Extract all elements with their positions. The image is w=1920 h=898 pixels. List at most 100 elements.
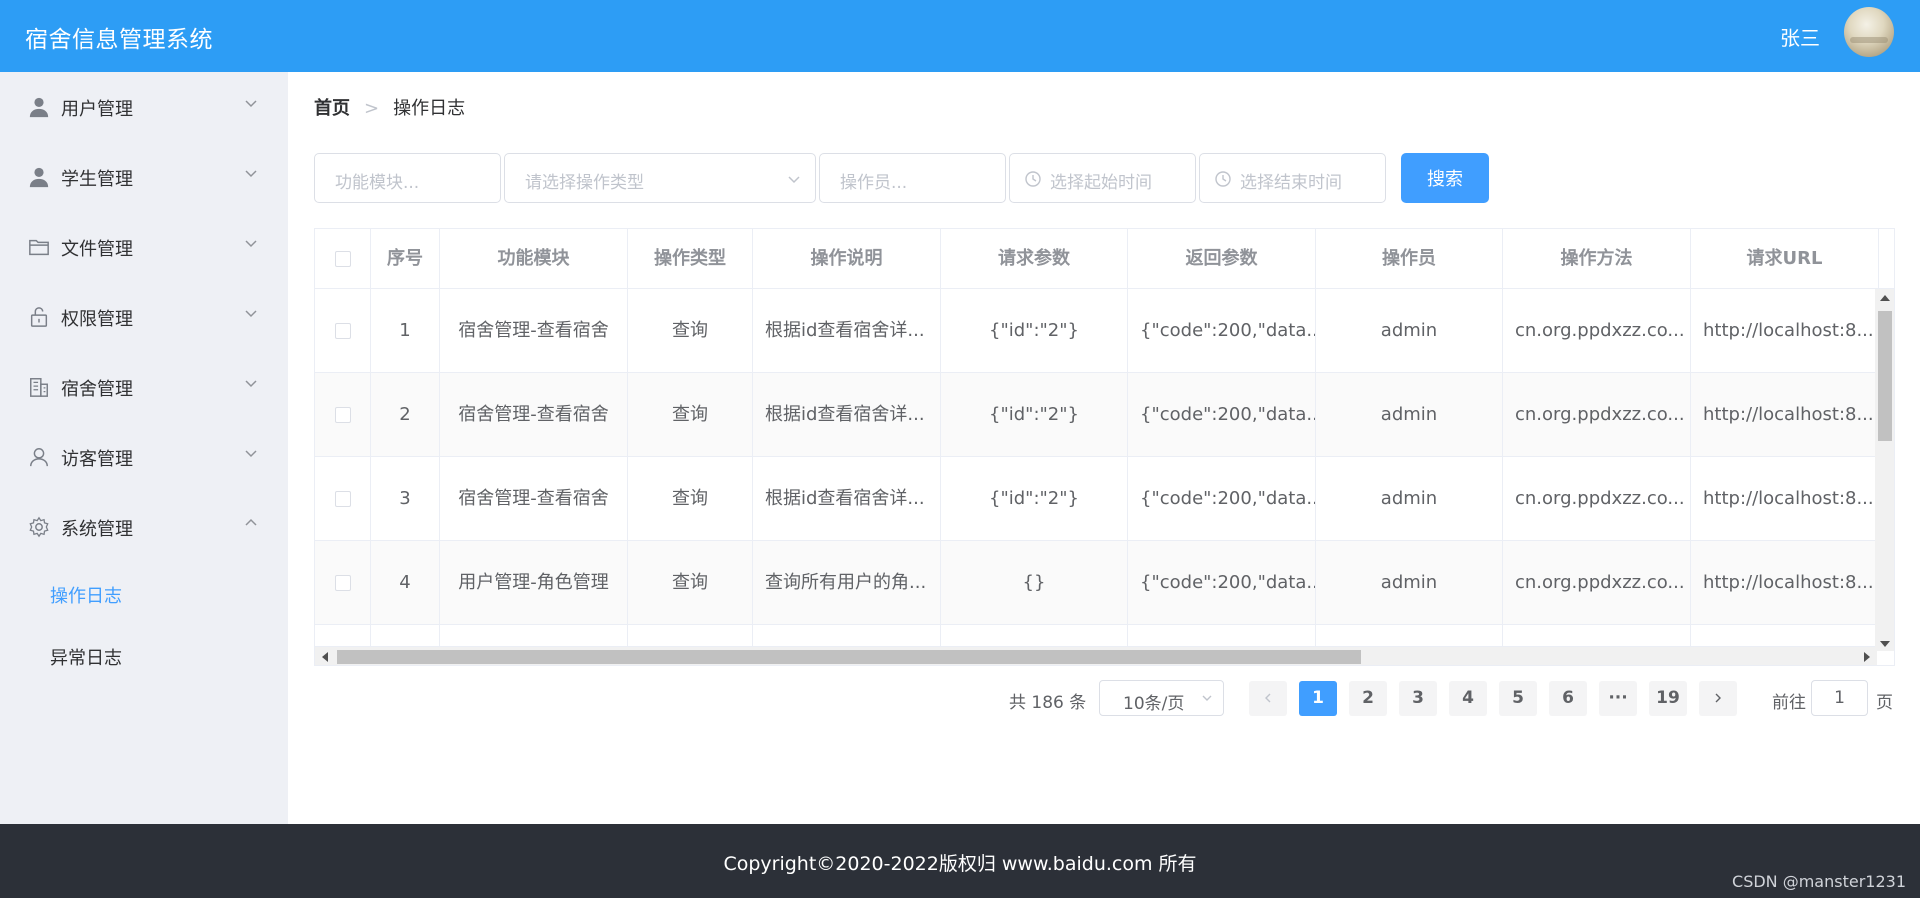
sidebar-item-file-management[interactable]: 文件管理 (0, 212, 288, 282)
table-row[interactable]: 2 宿舍管理-查看宿舍 查询 根据id查看宿舍详... {"id":"2"} {… (315, 373, 1877, 457)
sidebar-item-visitor-management[interactable]: 访客管理 (0, 422, 288, 492)
scroll-down-icon[interactable] (1880, 641, 1890, 647)
table-cell: 查询 (628, 541, 753, 624)
operator-input[interactable]: 操作员... (819, 153, 1006, 203)
table-cell: 1 (371, 289, 440, 372)
end-time-placeholder: 选择结束时间 (1240, 173, 1342, 193)
table-row[interactable]: 1 宿舍管理-查看宿舍 查询 根据id查看宿舍详... {"id":"2"} {… (315, 289, 1877, 373)
table-cell (1503, 625, 1691, 646)
table-cell: 查询所有用户的角... (753, 541, 941, 624)
building-icon (30, 378, 48, 397)
sidebar-item-label: 文件管理 (61, 239, 133, 260)
user-name[interactable]: 张三 (1780, 22, 1820, 51)
column-header[interactable]: 请求URL (1691, 229, 1879, 288)
table-row[interactable]: 3 宿舍管理-查看宿舍 查询 根据id查看宿舍详... {"id":"2"} {… (315, 457, 1877, 541)
column-header[interactable]: 操作说明 (753, 229, 941, 288)
page-button[interactable]: 6 (1549, 681, 1587, 716)
page-jump-input[interactable]: 1 (1811, 680, 1868, 716)
table-cell (1316, 625, 1503, 646)
column-header[interactable]: 返回参数 (1128, 229, 1316, 288)
table-cell: {"id":"2"} (941, 457, 1128, 540)
chevron-down-icon (245, 170, 257, 178)
sidebar-subitem-label: 操作日志 (50, 586, 122, 607)
table-header: 序号 功能模块 操作类型 操作说明 请求参数 返回参数 操作员 操作方法 请求U… (315, 229, 1894, 289)
operation-log-table: 序号 功能模块 操作类型 操作说明 请求参数 返回参数 操作员 操作方法 请求U… (314, 228, 1895, 666)
start-time-picker[interactable]: 选择起始时间 (1009, 153, 1196, 203)
operation-type-placeholder: 请选择操作类型 (525, 173, 644, 193)
scroll-right-icon[interactable] (1864, 652, 1870, 662)
row-checkbox[interactable] (334, 323, 351, 339)
row-select-cell (315, 541, 371, 624)
page-size-select[interactable]: 10条/页 (1099, 680, 1224, 716)
pagination-total: 共 186 条 (1009, 693, 1087, 713)
horizontal-scroll-thumb[interactable] (337, 650, 1361, 664)
table-cell: cn.org.ppdxzz.co... (1503, 373, 1691, 456)
table-cell: 查询 (628, 373, 753, 456)
chevron-left-icon (1265, 693, 1271, 703)
breadcrumb-home[interactable]: 首页 (314, 98, 350, 119)
table-cell: {"code":200,"data... (1128, 373, 1316, 456)
page-jump-label: 前往 (1772, 693, 1806, 713)
page-button[interactable]: 5 (1499, 681, 1537, 716)
table-cell: http://localhost:8... (1691, 289, 1877, 372)
sidebar-item-user-management[interactable]: 用户管理 (0, 72, 288, 142)
table-cell: 查询 (628, 289, 753, 372)
sidebar-item-permission-management[interactable]: 权限管理 (0, 282, 288, 352)
vertical-scroll-thumb[interactable] (1878, 311, 1892, 441)
operation-type-select[interactable]: 请选择操作类型 (504, 153, 816, 203)
vertical-scrollbar[interactable] (1875, 289, 1894, 651)
table-cell (371, 625, 440, 646)
scroll-up-icon[interactable] (1880, 295, 1890, 301)
column-header[interactable]: 序号 (371, 229, 440, 288)
table-cell: {"code":200,"data... (1128, 457, 1316, 540)
chevron-down-icon (245, 100, 257, 108)
page-button[interactable]: 2 (1349, 681, 1387, 716)
sidebar-item-student-management[interactable]: 学生管理 (0, 142, 288, 212)
table-cell: admin (1316, 457, 1503, 540)
row-checkbox[interactable] (334, 407, 351, 423)
next-page-button[interactable] (1699, 681, 1737, 716)
avatar[interactable] (1844, 7, 1894, 57)
column-header[interactable]: 操作类型 (628, 229, 753, 288)
page-button[interactable]: 1 (1299, 681, 1337, 716)
table-cell: 根据id查看宿舍详... (753, 373, 941, 456)
sidebar-item-label: 用户管理 (61, 99, 133, 120)
scroll-left-icon[interactable] (322, 652, 328, 662)
table-cell (1691, 625, 1877, 646)
chevron-down-icon (788, 176, 800, 184)
column-header[interactable]: 操作员 (1316, 229, 1503, 288)
sidebar-item-dorm-management[interactable]: 宿舍管理 (0, 352, 288, 422)
chevron-right-icon: > (364, 98, 380, 119)
column-header[interactable]: 请求参数 (941, 229, 1128, 288)
table-cell: 宿舍管理-查看宿舍 (440, 457, 628, 540)
horizontal-scrollbar[interactable] (315, 647, 1877, 665)
row-select-cell (315, 373, 371, 456)
sidebar-subitem-exception-log[interactable]: 异常日志 (0, 624, 288, 686)
table-cell: http://localhost:8... (1691, 541, 1877, 624)
table-row-partial[interactable] (315, 625, 1877, 647)
table-row[interactable]: 4 用户管理-角色管理 查询 查询所有用户的角... {} {"code":20… (315, 541, 1877, 625)
breadcrumb: 首页 > 操作日志 (314, 94, 465, 120)
table-cell (628, 625, 753, 646)
row-checkbox[interactable] (334, 491, 351, 507)
prev-page-button[interactable] (1249, 681, 1287, 716)
sidebar-item-system-management[interactable]: 系统管理 (0, 492, 288, 562)
chevron-up-icon (245, 518, 257, 526)
sidebar-subitem-operation-log[interactable]: 操作日志 (0, 562, 288, 624)
module-input[interactable]: 功能模块... (314, 153, 501, 203)
page-button[interactable]: 4 (1449, 681, 1487, 716)
column-header[interactable]: 功能模块 (440, 229, 628, 288)
page-button[interactable]: 19 (1649, 681, 1687, 716)
gear-icon (29, 516, 49, 538)
clock-icon (1215, 171, 1231, 187)
select-all-checkbox[interactable] (334, 251, 351, 267)
column-header[interactable]: 操作方法 (1503, 229, 1691, 288)
end-time-picker[interactable]: 选择结束时间 (1199, 153, 1386, 203)
sidebar-subitem-label: 异常日志 (50, 648, 122, 669)
more-pages-button[interactable]: ··· (1599, 681, 1637, 716)
table-cell: admin (1316, 373, 1503, 456)
search-button[interactable]: 搜索 (1401, 153, 1489, 203)
row-checkbox[interactable] (334, 575, 351, 591)
page-button[interactable]: 3 (1399, 681, 1437, 716)
table-cell (440, 625, 628, 646)
